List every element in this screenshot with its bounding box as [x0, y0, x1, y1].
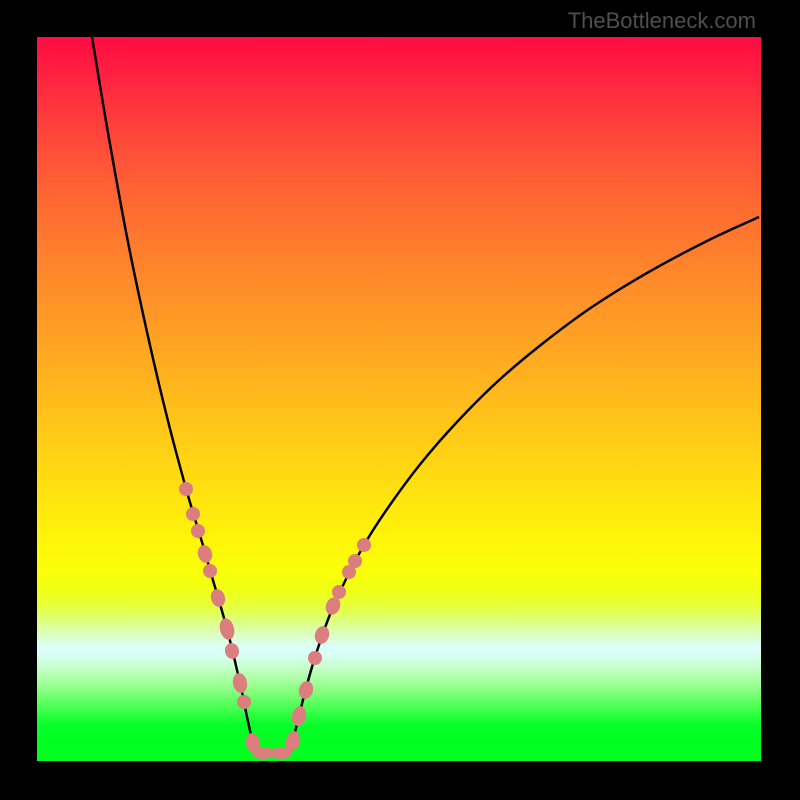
data-marker — [308, 651, 322, 665]
data-marker — [348, 554, 362, 568]
data-marker — [191, 524, 205, 538]
data-markers — [179, 482, 371, 759]
data-marker — [186, 507, 200, 521]
data-marker — [179, 482, 193, 496]
right-valley-curve — [290, 217, 759, 753]
data-marker — [196, 543, 214, 564]
chart-svg — [37, 37, 761, 761]
data-marker — [218, 617, 237, 642]
data-marker — [237, 695, 251, 709]
data-marker — [290, 705, 308, 728]
data-marker — [297, 679, 315, 700]
data-marker — [223, 642, 240, 661]
data-marker — [203, 564, 217, 578]
data-marker — [357, 538, 371, 552]
watermark-text: TheBottleneck.com — [568, 8, 756, 34]
data-marker — [231, 672, 249, 694]
data-marker — [313, 624, 332, 645]
data-marker — [209, 587, 227, 608]
data-marker — [332, 585, 346, 599]
